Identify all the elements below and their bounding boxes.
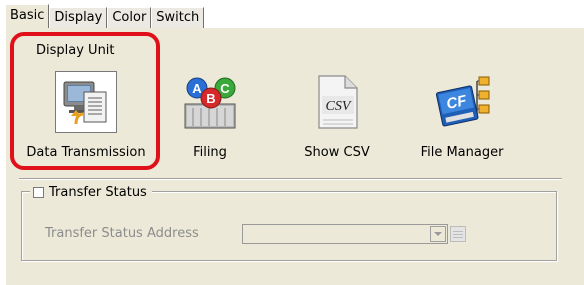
transfer-status-checkbox[interactable] (33, 186, 44, 198)
csv-file-icon: CSV (306, 71, 368, 133)
tab-switch[interactable]: Switch (151, 7, 205, 28)
combo-dropdown-arrow-icon[interactable] (430, 226, 446, 242)
filing-tool[interactable]: A C B Filing (150, 71, 270, 160)
basic-tab-panel: Display Unit Data Transmission A C B Fil… (5, 27, 584, 285)
file-manager-tool[interactable]: CF File Manager (402, 71, 522, 160)
svg-text:C: C (220, 81, 230, 96)
show-csv-label: Show CSV (304, 145, 370, 160)
file-manager-label: File Manager (420, 145, 504, 160)
tab-display[interactable]: Display (49, 7, 108, 28)
transfer-status-label: Transfer Status (49, 184, 147, 200)
tab-color[interactable]: Color (107, 7, 152, 28)
settings-dialog: Basic Display Color Switch Display Unit (0, 0, 584, 285)
svg-text:B: B (206, 91, 215, 106)
data-transmission-label: Data Transmission (26, 145, 146, 160)
display-unit-label: Display Unit (36, 43, 115, 58)
transfer-status-address-combo[interactable] (242, 224, 448, 244)
svg-text:CSV: CSV (326, 99, 352, 114)
cf-card-folder-icon: CF (431, 71, 493, 133)
transfer-status-address-label: Transfer Status Address (45, 226, 199, 241)
address-input-keypad-icon[interactable] (450, 226, 466, 242)
filing-abc-icon: A C B (179, 71, 241, 133)
filing-label: Filing (193, 145, 227, 160)
tab-basic[interactable]: Basic (5, 4, 50, 28)
show-csv-tool[interactable]: CSV Show CSV (277, 71, 397, 160)
section-divider (19, 178, 562, 180)
svg-text:A: A (192, 81, 202, 96)
tab-strip: Basic Display Color Switch (5, 4, 205, 28)
transfer-status-legend: Transfer Status (30, 183, 152, 201)
data-transmission-icon (55, 71, 117, 133)
data-transmission-tool[interactable]: Data Transmission (26, 71, 146, 160)
